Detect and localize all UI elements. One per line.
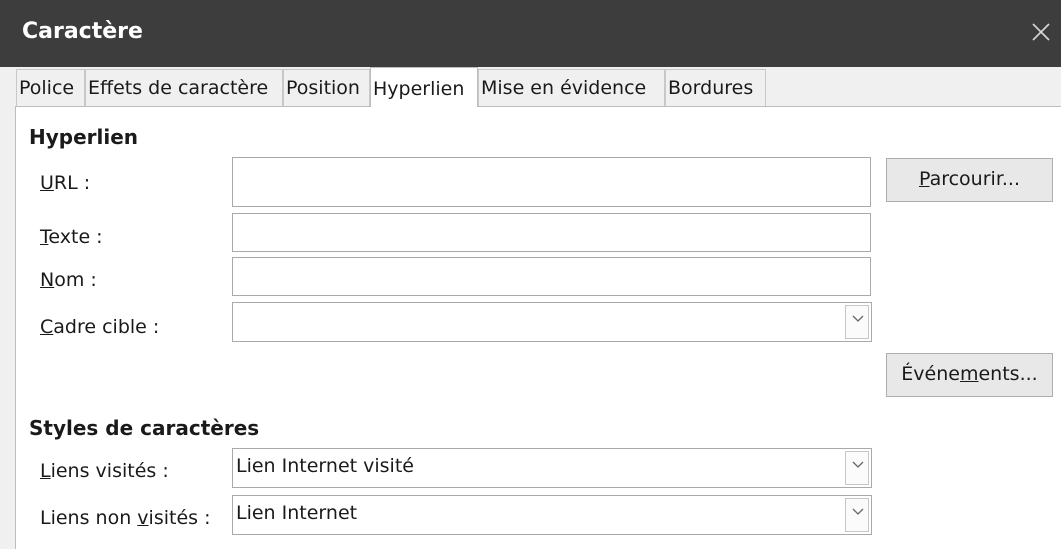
text-label-text: exte : <box>48 226 103 248</box>
char-styles-section-title: Styles de caractères <box>29 416 260 440</box>
browse-button-label: arcourir... <box>929 168 1021 190</box>
close-icon[interactable] <box>1030 21 1052 43</box>
target-frame-dropdown-button[interactable] <box>845 305 869 339</box>
title-bar: Caractère <box>0 0 1061 67</box>
unvisited-links-label: Liens non visités : <box>40 507 210 529</box>
name-label-text: om : <box>54 269 97 291</box>
events-button-mnemonic: m <box>959 363 979 385</box>
hyperlink-tab-panel: Hyperlien URL : Parcourir... Texte : Nom… <box>15 106 1061 549</box>
target-frame-label-mnemonic: C <box>40 316 54 338</box>
hyperlink-section-title: Hyperlien <box>29 125 139 149</box>
tab-label: Bordures <box>668 77 754 99</box>
tab-label: Effets de caractère <box>88 77 269 99</box>
text-input[interactable] <box>232 213 871 252</box>
tab-label: Mise en évidence <box>481 77 647 99</box>
tab-bar: Police Effets de caractère Position Hype… <box>0 67 1061 107</box>
window-title: Caractère <box>22 19 143 44</box>
target-frame-combo[interactable] <box>232 302 872 342</box>
visited-links-label-text: iens visités : <box>50 460 169 482</box>
tab-bordures[interactable]: Bordures <box>665 69 766 106</box>
text-label: Texte : <box>40 226 103 248</box>
url-label-mnemonic: U <box>40 172 54 194</box>
tab-police[interactable]: Police <box>16 69 85 106</box>
chevron-down-icon <box>852 461 864 468</box>
tab-label: Position <box>286 77 360 99</box>
tab-label: Hyperlien <box>373 78 465 100</box>
tab-mise-en-evidence[interactable]: Mise en évidence <box>478 69 665 106</box>
unvisited-links-label-start: Liens non <box>40 507 138 529</box>
tab-position[interactable]: Position <box>283 69 370 106</box>
chevron-down-icon <box>852 315 864 322</box>
events-button-label-start: Événe <box>901 363 960 385</box>
tab-effets-de-caractere[interactable]: Effets de caractère <box>85 69 283 106</box>
events-button-label-end: ents... <box>978 363 1038 385</box>
browse-button[interactable]: Parcourir... <box>886 158 1053 202</box>
visited-links-label-mnemonic: L <box>40 460 51 482</box>
name-input[interactable] <box>232 257 871 296</box>
url-input[interactable] <box>232 157 871 207</box>
visited-links-combo[interactable]: Lien Internet visité <box>232 448 872 488</box>
tab-hyperlien[interactable]: Hyperlien <box>370 67 478 107</box>
tab-label: Police <box>19 77 75 99</box>
visited-links-value: Lien Internet visité <box>236 455 414 477</box>
target-frame-label-text: adre cible : <box>53 316 160 338</box>
unvisited-links-dropdown-button[interactable] <box>845 498 869 532</box>
url-label-text: RL : <box>53 172 91 194</box>
unvisited-links-label-end: isités : <box>148 507 211 529</box>
unvisited-links-label-mnemonic: v <box>137 507 149 529</box>
browse-button-mnemonic: P <box>918 168 930 190</box>
unvisited-links-combo[interactable]: Lien Internet <box>232 495 872 535</box>
chevron-down-icon <box>852 508 864 515</box>
target-frame-label: Cadre cible : <box>40 316 159 338</box>
url-label: URL : <box>40 172 90 194</box>
unvisited-links-value: Lien Internet <box>236 502 358 524</box>
visited-links-label: Liens visités : <box>40 460 169 482</box>
visited-links-dropdown-button[interactable] <box>845 451 869 485</box>
name-label-mnemonic: N <box>40 269 55 291</box>
events-button[interactable]: Événements... <box>886 353 1053 397</box>
name-label: Nom : <box>40 269 97 291</box>
